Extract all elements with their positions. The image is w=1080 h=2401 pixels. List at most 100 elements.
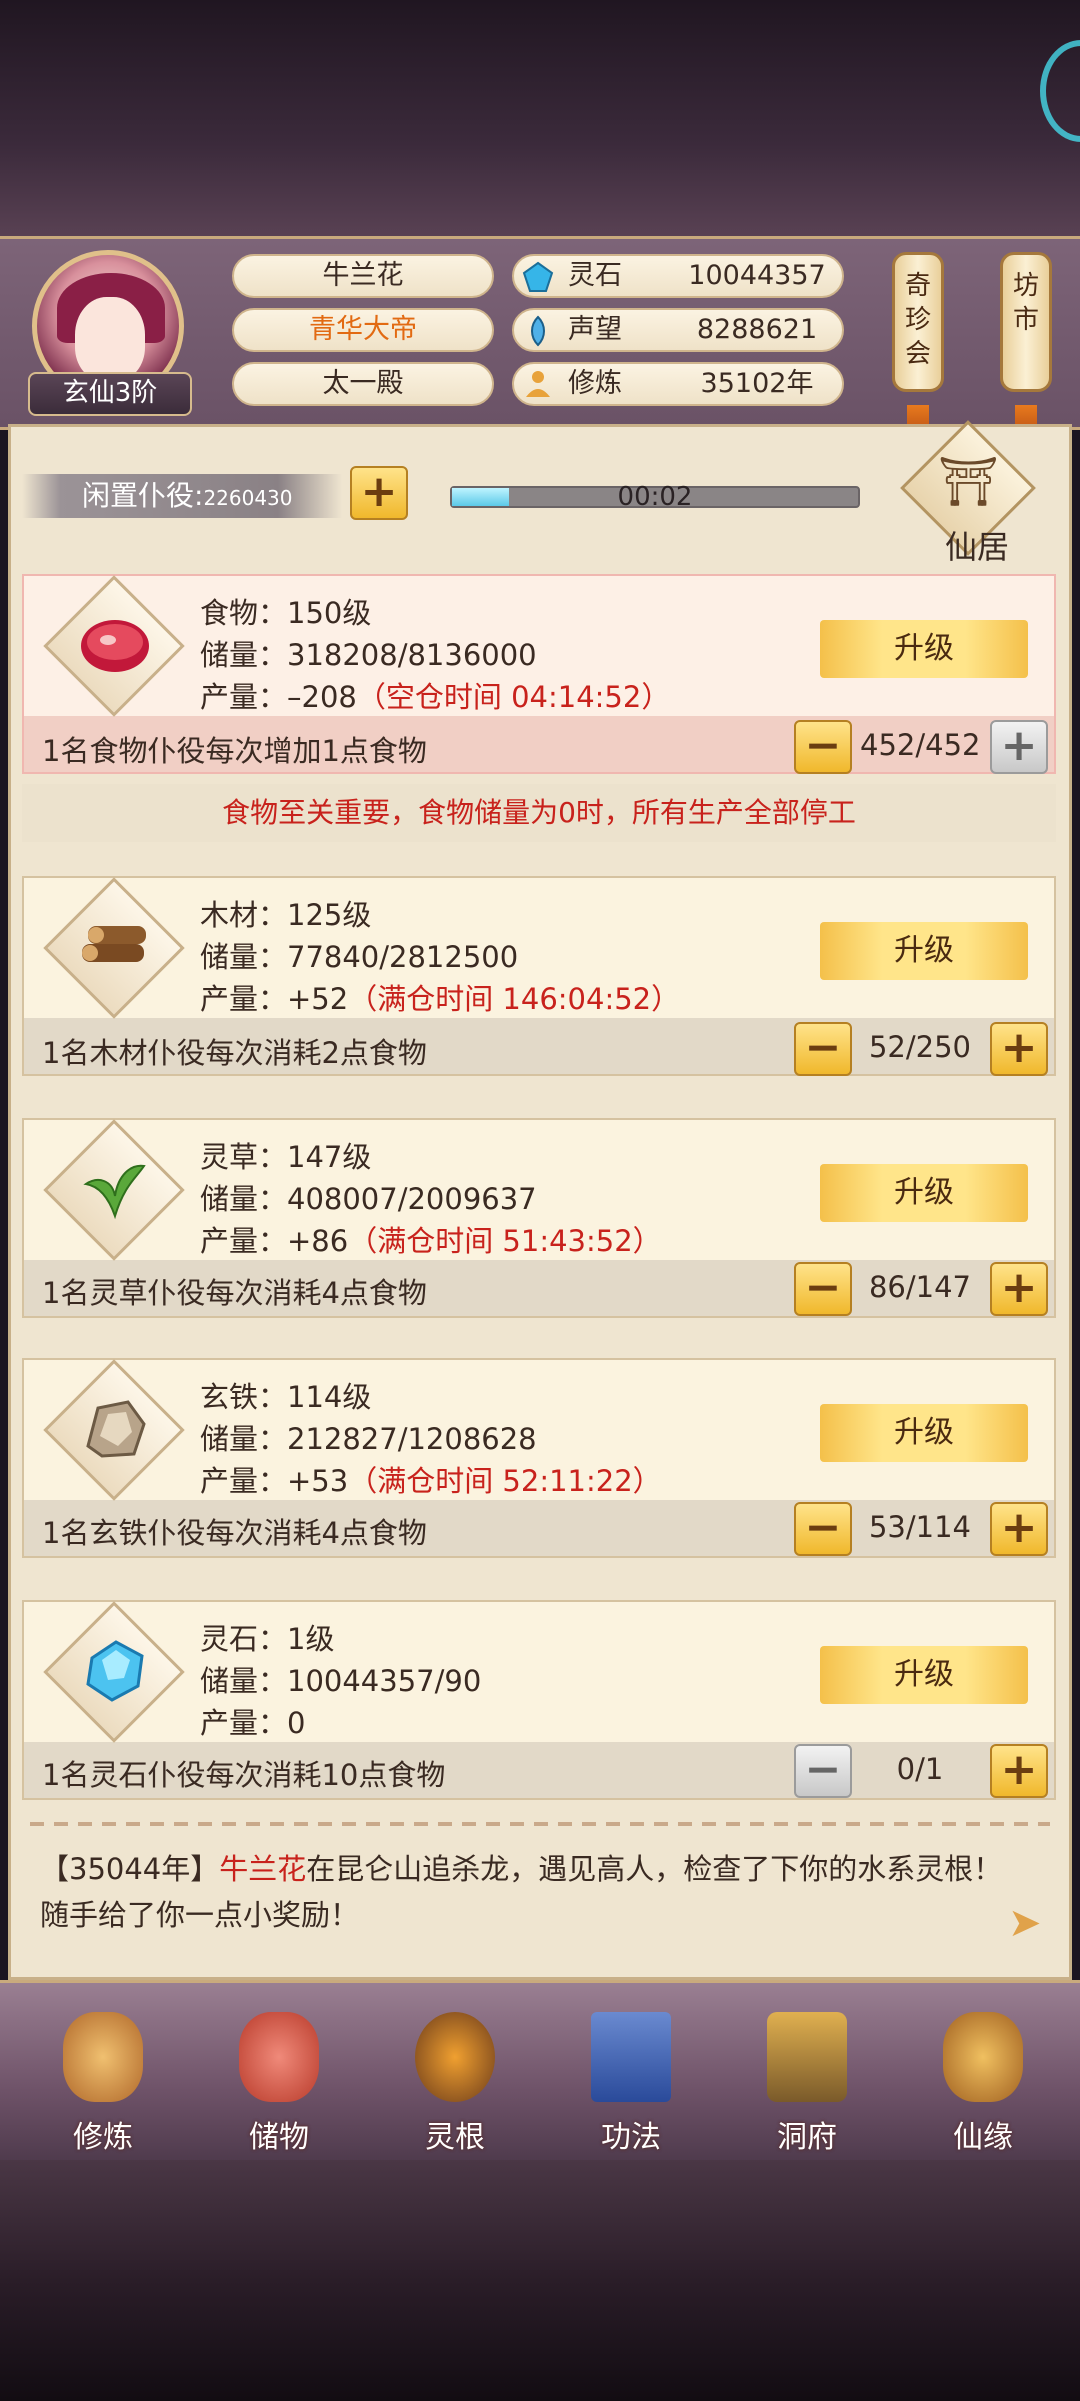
- wood-log-icon: [82, 926, 146, 962]
- iron-ore-icon: [86, 1400, 146, 1458]
- nav-storage[interactable]: 储物: [214, 2012, 344, 2155]
- stat-cultivation: 修炼 35102年: [512, 362, 844, 406]
- news-message: 【35044年】牛兰花在昆仑山追杀龙，遇见高人，检查了下你的水系灵根！随手给了你…: [40, 1846, 1030, 1938]
- idle-progress-bar: 00:02: [450, 482, 860, 512]
- decrease-food-servants-button[interactable]: −: [794, 720, 852, 774]
- upgrade-stone-button[interactable]: 升级: [820, 1646, 1028, 1704]
- lantern-treasure-fair[interactable]: 奇珍会: [892, 252, 944, 447]
- nav-label: 功法: [601, 2120, 661, 2155]
- lantern-label: 坊市: [1013, 271, 1040, 335]
- next-arrow-icon[interactable]: ➤: [1008, 1900, 1042, 1946]
- book-icon: [591, 2012, 671, 2102]
- news-year: 【35044年】: [40, 1852, 220, 1886]
- resource-output: 产量：0: [200, 1700, 305, 1742]
- cave-palace-icon: [767, 2012, 847, 2102]
- resource-hint: 1名食物仆役每次增加1点食物: [42, 734, 427, 768]
- stat-label: 修炼: [568, 368, 622, 399]
- resource-storage: 储量：77840/2812500: [200, 940, 519, 974]
- output-note: （满仓时间 146:04:52）: [348, 982, 681, 1016]
- nav-label: 修炼: [73, 2120, 133, 2155]
- resource-icon-wrap: [43, 1601, 185, 1743]
- resource-level: 玄铁：114级: [200, 1380, 372, 1414]
- resource-icon-wrap: [43, 1359, 185, 1501]
- nav-cultivate[interactable]: 修炼: [38, 2012, 168, 2155]
- output-value: 产量：+86: [200, 1224, 349, 1258]
- stat-spirit-stone: 灵石 10044357: [512, 254, 844, 298]
- lantern-label: 奇珍会: [905, 271, 932, 369]
- nav-fate[interactable]: 仙缘: [918, 2012, 1048, 2155]
- output-note: （满仓时间 51:43:52）: [348, 1224, 662, 1258]
- xianju-label: 仙居: [944, 528, 1009, 566]
- decrease-wood-servants-button[interactable]: −: [794, 1022, 852, 1076]
- stat-label: 声望: [568, 314, 622, 345]
- servant-count: 52/250: [868, 1030, 972, 1064]
- increase-iron-servants-button[interactable]: +: [990, 1502, 1048, 1556]
- resource-level: 灵石：1级: [200, 1622, 335, 1656]
- output-note: （满仓时间 52:11:22）: [348, 1464, 662, 1498]
- upgrade-iron-button[interactable]: 升级: [820, 1404, 1028, 1462]
- increase-stone-servants-button[interactable]: +: [990, 1744, 1048, 1798]
- resource-output: 产量：+53（满仓时间 52:11:22）: [200, 1458, 662, 1500]
- decrease-iron-servants-button[interactable]: −: [794, 1502, 852, 1556]
- resource-hint: 1名灵石仆役每次消耗10点食物: [42, 1758, 446, 1792]
- nav-label: 储物: [249, 2120, 309, 2155]
- player-title: 青华大帝: [232, 308, 494, 352]
- nav-techniques[interactable]: 功法: [566, 2012, 696, 2155]
- rank-badge: 玄仙3阶: [28, 372, 192, 416]
- resource-level: 灵草：147级: [200, 1140, 372, 1174]
- increase-herb-servants-button[interactable]: +: [990, 1262, 1048, 1316]
- upgrade-wood-button[interactable]: 升级: [820, 922, 1028, 980]
- output-value: 产量：–208: [200, 680, 357, 714]
- bag-icon: [239, 2012, 319, 2102]
- add-idle-servant-button[interactable]: +: [350, 466, 408, 520]
- spirit-crystal-icon: [86, 1640, 144, 1702]
- increase-wood-servants-button[interactable]: +: [990, 1022, 1048, 1076]
- prestige-icon: [531, 315, 545, 347]
- resource-level: 木材：125级: [200, 898, 372, 932]
- idle-servants: 闲置仆役:2260430: [22, 474, 342, 518]
- nav-label: 仙缘: [953, 2120, 1013, 2155]
- servant-count: 53/114: [868, 1510, 972, 1544]
- divider: [30, 1822, 1050, 1826]
- output-value: 产量：+53: [200, 1464, 349, 1498]
- food-warning: 食物至关重要，食物储量为0时，所有生产全部停工: [22, 784, 1056, 842]
- resource-icon-wrap: [43, 1119, 185, 1261]
- nav-cave[interactable]: 洞府: [742, 2012, 872, 2155]
- monk-icon: [63, 2012, 143, 2102]
- pavilion-icon: ⛩: [938, 454, 999, 510]
- servant-count: 86/147: [868, 1270, 972, 1304]
- stat-prestige: 声望 8288621: [512, 308, 844, 352]
- upgrade-food-button[interactable]: 升级: [820, 620, 1028, 678]
- news-name: 牛兰花: [219, 1852, 307, 1886]
- stat-value: 10044357: [688, 260, 826, 291]
- nav-label: 洞府: [777, 2120, 837, 2155]
- resource-icon-wrap: [43, 575, 185, 717]
- decrease-herb-servants-button[interactable]: −: [794, 1262, 852, 1316]
- nav-spirit-root[interactable]: 灵根: [390, 2012, 520, 2155]
- output-value: 产量：0: [200, 1706, 306, 1740]
- stat-label: 灵石: [568, 260, 622, 291]
- meditation-icon: [526, 371, 550, 397]
- resource-output: 产量：+86（满仓时间 51:43:52）: [200, 1218, 662, 1260]
- resource-storage: 储量：408007/2009637: [200, 1182, 537, 1216]
- increase-food-servants-button[interactable]: +: [990, 720, 1048, 774]
- player-hall: 太一殿: [232, 362, 494, 406]
- resource-storage: 储量：212827/1208628: [200, 1422, 537, 1456]
- resource-icon-wrap: [43, 877, 185, 1019]
- servant-count: 0/1: [896, 1752, 944, 1786]
- decrease-stone-servants-button[interactable]: −: [794, 1744, 852, 1798]
- stat-value: 8288621: [696, 314, 818, 345]
- stat-value: 35102年: [700, 368, 814, 399]
- idle-servants-label: 闲置仆役:: [82, 479, 204, 512]
- upgrade-herb-button[interactable]: 升级: [820, 1164, 1028, 1222]
- resource-level: 食物：150级: [200, 596, 372, 630]
- output-value: 产量：+52: [200, 982, 349, 1016]
- resource-hint: 1名玄铁仆役每次消耗4点食物: [42, 1516, 427, 1550]
- lantern-market[interactable]: 坊市: [1000, 252, 1052, 447]
- resource-storage: 储量：10044357/90: [200, 1664, 482, 1698]
- spirit-stone-icon: [522, 261, 554, 292]
- servant-count: 452/452: [860, 728, 981, 762]
- resource-hint: 1名灵草仆役每次消耗4点食物: [42, 1276, 427, 1310]
- resource-hint: 1名木材仆役每次消耗2点食物: [42, 1036, 427, 1070]
- output-note: （空仓时间 04:14:52）: [356, 680, 671, 714]
